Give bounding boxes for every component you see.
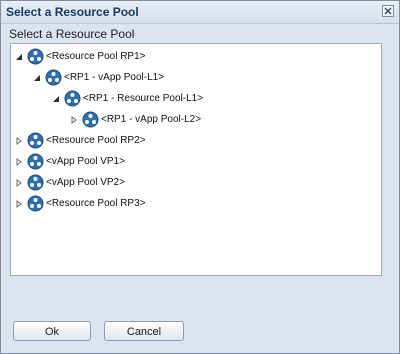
- collapsed-arrow-icon[interactable]: [15, 200, 23, 208]
- dialog-footer: Ok Cancel: [1, 306, 399, 353]
- close-icon: [384, 7, 392, 15]
- tree-node-label: <RP1 - vApp Pool-L1>: [64, 72, 165, 83]
- resource-pool-icon: [64, 90, 81, 107]
- expanded-arrow-icon[interactable]: [33, 74, 41, 82]
- tree-node-label: <RP1 - vApp Pool-L2>: [101, 114, 202, 125]
- close-button[interactable]: [382, 5, 394, 17]
- tree-node-label: <vApp Pool VP2>: [46, 177, 125, 188]
- select-resource-pool-dialog: Select a Resource Pool Select a Resource…: [0, 0, 400, 354]
- expanded-arrow-icon[interactable]: [15, 53, 23, 61]
- resource-pool-icon: [27, 195, 44, 212]
- dialog-title: Select a Resource Pool: [6, 5, 139, 19]
- collapsed-arrow-icon[interactable]: [15, 179, 23, 187]
- collapsed-arrow-icon[interactable]: [15, 158, 23, 166]
- tree-node-label: <vApp Pool VP1>: [46, 156, 125, 167]
- expanded-arrow-icon[interactable]: [52, 95, 60, 103]
- cancel-button[interactable]: Cancel: [104, 321, 184, 341]
- resource-pool-icon: [45, 69, 62, 86]
- collapsed-arrow-icon[interactable]: [70, 116, 78, 124]
- resource-pool-icon: [82, 111, 99, 128]
- dialog-content: Select a Resource Pool <Resource Pool RP…: [7, 24, 393, 306]
- ok-button[interactable]: Ok: [13, 321, 91, 341]
- tree-node-label: <Resource Pool RP2>: [46, 135, 146, 146]
- resource-pool-icon: [27, 132, 44, 149]
- tree-node-label: <Resource Pool RP1>: [46, 51, 146, 62]
- dialog-titlebar[interactable]: Select a Resource Pool: [1, 1, 399, 24]
- resource-pool-icon: [27, 174, 44, 191]
- resource-pool-icon: [27, 153, 44, 170]
- resource-pool-icon: [27, 48, 44, 65]
- tree-node-label: <Resource Pool RP3>: [46, 198, 146, 209]
- tree-node-label: <RP1 - Resource Pool-L1>: [83, 93, 204, 104]
- collapsed-arrow-icon[interactable]: [15, 137, 23, 145]
- section-label: Select a Resource Pool: [9, 27, 135, 41]
- resource-pool-tree: <Resource Pool RP1> <RP1 - vApp Pool-L1>: [10, 43, 382, 276]
